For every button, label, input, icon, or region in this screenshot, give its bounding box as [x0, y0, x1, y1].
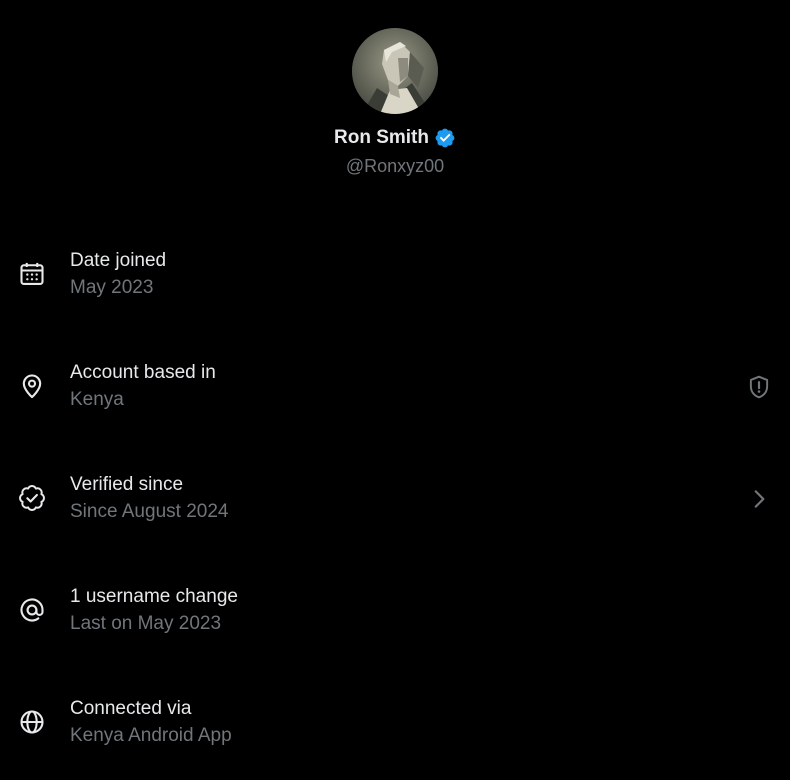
row-date-joined: Date joined May 2023: [0, 236, 790, 316]
calendar-icon: [20, 262, 44, 285]
avatar[interactable]: [352, 28, 438, 114]
verified-check-icon: [19, 485, 45, 511]
row-value: Kenya Android App: [70, 725, 232, 746]
row-username-change: 1 username change Last on May 2023: [0, 572, 790, 652]
row-value: May 2023: [70, 277, 154, 298]
at-sign-icon: [20, 598, 44, 622]
row-connected-via: Connected via Kenya Android App: [0, 684, 790, 764]
profile-handle: @Ronxyz00: [345, 156, 445, 176]
row-label: 1 username change: [70, 586, 238, 607]
avatar-image: [352, 28, 438, 114]
profile-header: Ron Smith @Ronxyz00: [0, 28, 790, 177]
row-label: Account based in: [70, 362, 216, 383]
row-label: Verified since: [70, 474, 184, 495]
row-account-based-in: Account based in Kenya: [0, 348, 790, 428]
globe-icon: [20, 710, 44, 734]
row-label: Connected via: [70, 698, 192, 719]
row-verified-since[interactable]: Verified since Since August 2024: [0, 460, 790, 540]
shield-alert-icon[interactable]: [746, 374, 772, 400]
row-value: Kenya: [70, 389, 124, 410]
location-pin-icon: [22, 374, 42, 399]
row-value: Since August 2024: [70, 501, 229, 522]
verified-badge-icon[interactable]: [434, 127, 456, 149]
row-value: Last on May 2023: [70, 613, 222, 634]
profile-name: Ron Smith: [334, 127, 429, 148]
profile-name-row: Ron Smith: [334, 126, 456, 150]
chevron-right-icon[interactable]: [746, 486, 772, 512]
row-label: Date joined: [70, 250, 167, 271]
